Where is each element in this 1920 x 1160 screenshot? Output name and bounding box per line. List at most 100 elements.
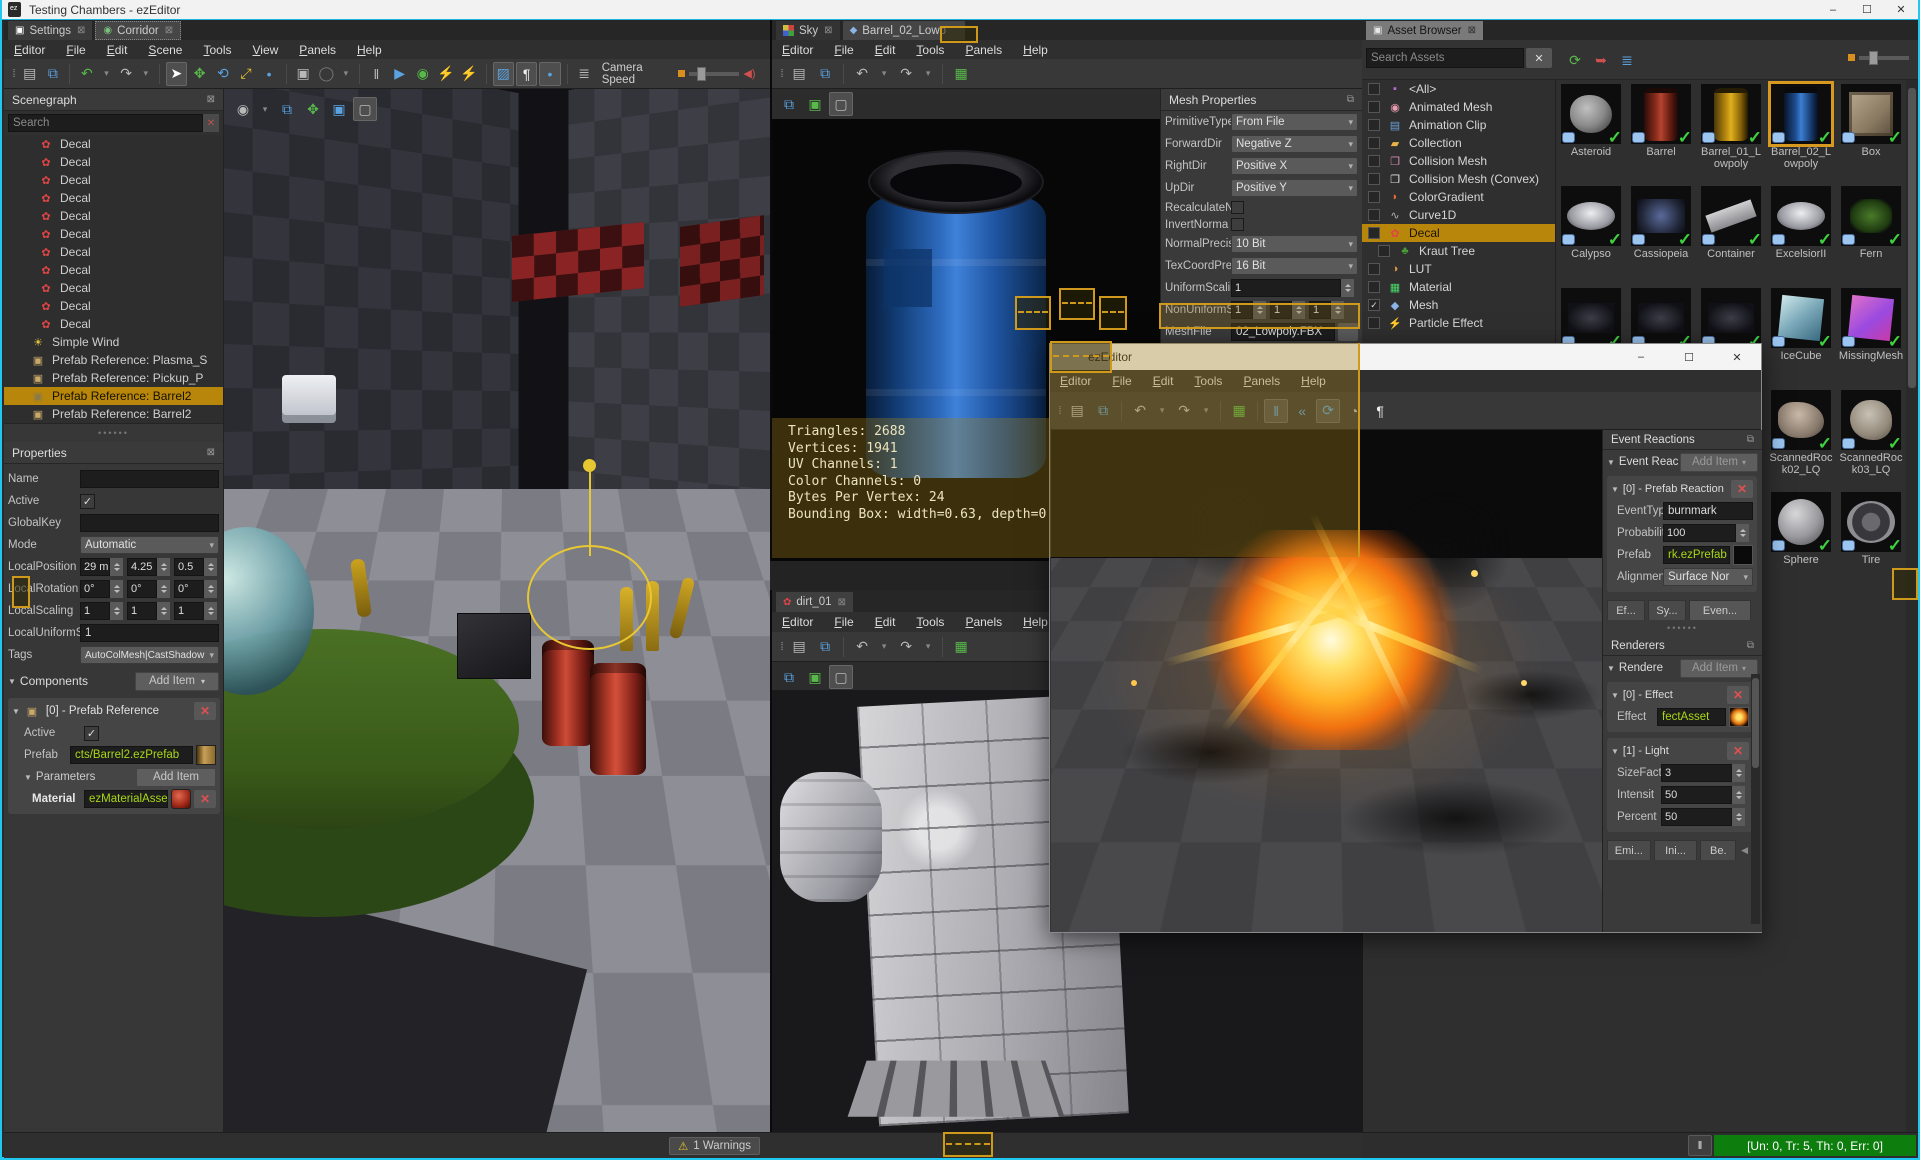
scenegraph-item-decal[interactable]: ✿ Decal (4, 297, 223, 315)
scenegraph-item-decal[interactable]: ✿ Decal (4, 315, 223, 333)
filter-material[interactable]: ▦ Material (1362, 278, 1555, 296)
menu-item[interactable]: Panels (965, 43, 1002, 57)
filter-checkbox[interactable] (1368, 137, 1380, 149)
asset-missingmesh[interactable]: ✓ MissingMesh (1838, 288, 1904, 388)
filter-colorgradient[interactable]: ◗ ColorGradient (1362, 188, 1555, 206)
asset-thumbnail[interactable]: ✓ (1771, 492, 1832, 555)
menu-item[interactable]: View (252, 43, 278, 57)
scenegraph-item-decal[interactable]: ✿ Decal (4, 153, 223, 171)
camera-icon[interactable]: ▢ (829, 92, 853, 116)
panel-splitter[interactable]: •••••• (1603, 620, 1762, 636)
material-asset-field[interactable]: ezMaterialAsset (84, 790, 168, 808)
screenshot-icon[interactable]: ▣ (803, 665, 827, 689)
scenegraph-item-decal[interactable]: ✿ Decal (4, 225, 223, 243)
menu-item[interactable]: Help (1301, 374, 1326, 388)
tab-close-icon[interactable]: ⊠ (824, 25, 832, 36)
filter-checkbox[interactable] (1368, 155, 1380, 167)
uniform-scaling-stepper[interactable]: 1 (1231, 279, 1354, 297)
tab-corridor[interactable]: ◉ Corridor ⊠ (95, 21, 182, 40)
menu-item[interactable]: Edit (875, 43, 896, 57)
asset-barrel-02-lowpoly[interactable]: ✓ Barrel_02_Lowpoly (1768, 81, 1834, 184)
speaker-icon[interactable]: ◀) (739, 62, 760, 86)
asset-thumbnail[interactable]: ✓ (1631, 84, 1692, 147)
filter-animated-mesh[interactable]: ◉ Animated Mesh (1362, 98, 1555, 116)
menu-item[interactable]: File (834, 43, 853, 57)
prefab-reaction-group-header[interactable]: ▼ [0] - Prefab Reaction ✕ (1607, 478, 1757, 500)
panel-float-icon[interactable]: ⊠ (207, 447, 215, 458)
simulate-icon[interactable]: ◉ (412, 62, 433, 86)
invert-normals-checkbox[interactable] (1231, 218, 1244, 231)
light-group-header[interactable]: ▼ [1] - Light ✕ (1607, 740, 1753, 762)
tab-behavior[interactable]: Be. (1700, 840, 1737, 860)
menu-item[interactable]: Editor (782, 43, 813, 57)
filter-checkbox[interactable] (1368, 119, 1380, 131)
size-factor-stepper[interactable]: 3 (1661, 764, 1745, 782)
save-icon[interactable]: ▤ (787, 62, 811, 86)
tab-settings[interactable]: ▣ Settings ⊠ (8, 21, 93, 40)
collapse-icon[interactable]: ▼ (1607, 664, 1615, 673)
asset-thumbnail[interactable]: ✓ (1701, 186, 1762, 249)
save-all-icon[interactable]: ⧉ (813, 62, 837, 86)
rotation-x-stepper[interactable]: 0° (80, 580, 123, 598)
texcoord-precision-dropdown[interactable]: 16 Bit ▾ (1231, 257, 1358, 275)
tab-close-icon[interactable]: ⊠ (165, 25, 173, 36)
menu-item[interactable]: Scene (148, 43, 182, 57)
select-tool-icon[interactable]: ➤ (165, 61, 188, 86)
scenegraph-item-decal[interactable]: ✿ Decal (4, 207, 223, 225)
tags-dropdown[interactable]: AutoColMesh|CastShadow ▾ (80, 646, 219, 664)
slider-handle[interactable] (696, 66, 706, 81)
remove-component-icon[interactable]: ✕ (194, 702, 216, 720)
filter-checkbox[interactable] (1368, 173, 1380, 185)
filter-animation-clip[interactable]: ▤ Animation Clip (1362, 116, 1555, 134)
primitive-type-dropdown[interactable]: From File ▾ (1231, 113, 1358, 131)
asset-scannedrock03-lq[interactable]: ✓ ScannedRock03_LQ (1838, 390, 1904, 490)
mode-dropdown[interactable]: Automatic ▾ (80, 536, 219, 554)
warnings-button[interactable]: ⚠ 1 Warnings (668, 1137, 760, 1155)
tab-close-icon[interactable]: ⊠ (838, 597, 846, 608)
filter-checkbox[interactable] (1368, 263, 1380, 275)
menu-item[interactable]: Edit (107, 43, 128, 57)
restart-simulation-icon[interactable]: « (1290, 399, 1314, 423)
export-assets-icon[interactable]: ➥ (1589, 48, 1613, 72)
tab-close-icon[interactable]: ⊠ (1468, 25, 1476, 36)
render-modes-icon[interactable]: ⧉ (777, 92, 801, 116)
asset-thumbnail[interactable]: ✓ (1561, 186, 1622, 249)
up-dir-dropdown[interactable]: Positive Y ▾ (1231, 179, 1358, 197)
render-modes-icon[interactable]: ⧉ (275, 97, 299, 121)
menu-item[interactable]: Editor (14, 43, 45, 57)
tab-initializer[interactable]: Ini... (1653, 840, 1698, 860)
prefab-reference-group-header[interactable]: ▼ ▣ [0] - Prefab Reference ✕ (8, 700, 220, 722)
export-asset-icon[interactable]: ▦ (1227, 399, 1251, 423)
effect-group-header[interactable]: ▼ [0] - Effect ✕ (1607, 684, 1753, 706)
normal-precision-dropdown[interactable]: 10 Bit ▾ (1231, 235, 1358, 253)
rotation-y-stepper[interactable]: 0° (127, 580, 170, 598)
filter-curve1d[interactable]: ∿ Curve1D (1362, 206, 1555, 224)
active-checkbox[interactable]: ✓ (80, 493, 95, 509)
globalkey-field[interactable] (80, 514, 219, 532)
maximize-button[interactable]: ☐ (1665, 348, 1713, 367)
save-all-icon[interactable]: ⧉ (42, 62, 63, 86)
asset-thumbnail[interactable]: ✓ (1701, 288, 1762, 351)
probability-stepper[interactable]: 100 (1663, 524, 1749, 542)
toolbar-grip[interactable]: ⁞⁞ (780, 68, 784, 80)
thumbnail-size-slider[interactable] (1848, 50, 1909, 65)
add-event-reaction-button[interactable]: Add Item ▾ (1680, 452, 1758, 472)
toolbar-grip[interactable]: ⁞⁞ (780, 641, 784, 653)
undo-icon[interactable]: ↶ (850, 62, 874, 86)
menu-item[interactable]: Panels (1243, 374, 1280, 388)
panel-float-icon[interactable]: ⧉ (1347, 94, 1354, 105)
asset-thumbnail[interactable]: ✓ (1631, 288, 1692, 351)
remove-renderer-icon[interactable]: ✕ (1727, 742, 1749, 760)
asset-barrel-01-lowpoly[interactable]: ✓ Barrel_01_Lowpoly (1698, 84, 1764, 184)
undo-dropdown-icon[interactable]: ▾ (876, 635, 892, 659)
redo-icon[interactable]: ↷ (894, 62, 918, 86)
filter-checkbox[interactable]: ✓ (1368, 299, 1380, 311)
tab-asset-browser[interactable]: ▣ Asset Browser ⊠ (1366, 21, 1483, 40)
camera-icon[interactable]: ▢ (353, 97, 377, 121)
reaction-prefab-field[interactable]: rk.ezPrefab (1663, 546, 1730, 564)
asset-calypso[interactable]: ✓ Calypso (1558, 186, 1624, 286)
alignment-dropdown[interactable]: Surface Nor ▾ (1663, 568, 1753, 586)
scale-gizmo-icon[interactable]: ⤢ (235, 62, 256, 86)
menu-item[interactable]: Edit (1153, 374, 1174, 388)
save-icon[interactable]: ▤ (19, 62, 40, 86)
